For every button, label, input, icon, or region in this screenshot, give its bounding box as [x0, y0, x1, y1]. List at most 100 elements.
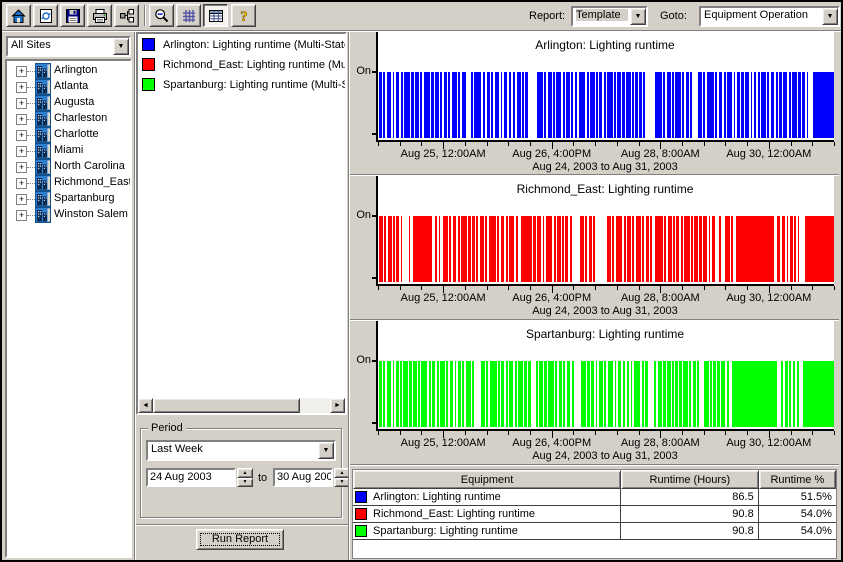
tree-expand-icon[interactable]: +: [16, 130, 27, 141]
tree-expand-icon[interactable]: +: [16, 114, 27, 125]
on-interval-bar: [383, 72, 385, 138]
scroll-right-icon[interactable]: ►: [330, 398, 345, 413]
on-interval-bar: [543, 216, 545, 282]
site-filter-arrow-icon[interactable]: ▼: [113, 38, 129, 55]
help-button[interactable]: ?: [231, 4, 256, 27]
tree-expand-icon[interactable]: +: [16, 162, 27, 173]
on-interval-bar: [579, 72, 586, 138]
on-interval-bar: [596, 361, 598, 427]
legend-item[interactable]: Spartanburg: Lighting runtime (Multi-Sta: [142, 77, 345, 94]
on-interval-bar: [515, 361, 517, 427]
on-interval-bar: [513, 72, 516, 138]
run-report-button[interactable]: Run Report: [196, 529, 284, 550]
scroll-left-icon[interactable]: ◄: [138, 398, 153, 413]
goto-combobox-value: Equipment Operation: [704, 9, 820, 21]
on-interval-bar: [522, 72, 524, 138]
x-tick: [595, 431, 596, 435]
tree-item-charleston[interactable]: +Charleston: [7, 111, 130, 127]
on-interval-bar: [676, 216, 679, 282]
table-row[interactable]: Richmond_East: Lighting runtime90.854.0%: [353, 506, 836, 523]
goto-combobox[interactable]: Equipment Operation ▼: [699, 6, 840, 27]
tree-expand-icon[interactable]: +: [16, 146, 27, 157]
runtime-percent-cell: 54.0%: [759, 506, 836, 522]
tree-item-arlington[interactable]: +Arlington: [7, 63, 130, 79]
period-preset-arrow-icon[interactable]: ▼: [318, 442, 334, 459]
legend-item[interactable]: Arlington: Lighting runtime (Multi-State…: [142, 37, 345, 54]
tree-expand-icon[interactable]: +: [16, 178, 27, 189]
table-row[interactable]: Arlington: Lighting runtime86.551.5%: [353, 489, 836, 506]
tree-item-winston-salem[interactable]: +Winston Salem: [7, 207, 130, 223]
runtime-hours-cell: 86.5: [621, 489, 759, 505]
tree-expand-icon[interactable]: +: [16, 82, 27, 93]
legend-horizontal-scrollbar[interactable]: ◄ ►: [138, 398, 345, 413]
save-icon: [65, 8, 81, 24]
column-header-runtime-hours-[interactable]: Runtime (Hours): [621, 470, 759, 489]
tree-item-north-carolina[interactable]: +North Carolina: [7, 159, 130, 175]
on-interval-bar: [699, 216, 701, 282]
tree-item-charlotte[interactable]: +Charlotte: [7, 127, 130, 143]
tree-connector: [27, 183, 35, 184]
on-interval-bar: [693, 361, 696, 427]
x-tick: [421, 142, 422, 146]
tree-expand-icon[interactable]: +: [16, 210, 27, 221]
zoom-button[interactable]: [149, 4, 174, 27]
tree-item-spartanburg[interactable]: +Spartanburg: [7, 191, 130, 207]
legend-item[interactable]: Richmond_East: Lighting runtime (Multi-: [142, 57, 345, 74]
report-combobox-arrow-icon[interactable]: ▼: [630, 8, 646, 25]
on-interval-bar: [627, 361, 630, 427]
table-row[interactable]: Spartanburg: Lighting runtime90.854.0%: [353, 523, 836, 540]
on-interval-bar: [590, 72, 594, 138]
tree-expand-icon[interactable]: +: [16, 98, 27, 109]
tree-view-button[interactable]: [114, 4, 139, 27]
print-button[interactable]: [87, 4, 112, 27]
scrollbar-thumb[interactable]: [153, 398, 300, 413]
on-interval-bar: [396, 72, 399, 138]
tree-expand-icon[interactable]: +: [16, 66, 27, 77]
x-tick: [508, 431, 509, 435]
on-interval-bar: [727, 361, 729, 427]
tree-item-miami[interactable]: +Miami: [7, 143, 130, 159]
on-interval-bar: [537, 216, 541, 282]
table-button[interactable]: [203, 4, 228, 27]
x-tick-label: Aug 30, 12:00AM: [726, 437, 811, 449]
on-interval-bar: [413, 361, 417, 427]
report-combobox[interactable]: Template ▼: [571, 6, 648, 27]
x-tick: [530, 431, 531, 435]
x-tick: [465, 286, 466, 290]
refresh-button[interactable]: [33, 4, 58, 27]
building-icon: [35, 79, 51, 95]
tree-expand-icon[interactable]: +: [16, 194, 27, 205]
on-interval-bar: [483, 72, 485, 138]
column-header-equipment[interactable]: Equipment: [353, 470, 621, 489]
on-interval-bar: [781, 361, 783, 427]
column-header-runtime-[interactable]: Runtime %: [759, 470, 836, 489]
start-date-up-icon[interactable]: ▲: [237, 468, 253, 478]
save-button[interactable]: [60, 4, 85, 27]
start-date-field[interactable]: 24 Aug 2003: [146, 468, 236, 487]
on-interval-bar: [704, 361, 708, 427]
period-preset-combobox[interactable]: Last Week ▼: [146, 440, 336, 461]
on-interval-bar: [556, 72, 561, 138]
on-interval-bar: [787, 216, 789, 282]
site-filter-combobox[interactable]: All Sites ▼: [6, 36, 131, 57]
start-date-down-icon[interactable]: ▼: [237, 478, 253, 488]
x-tick-label: Aug 28, 8:00AM: [621, 292, 700, 304]
x-tick-label: Aug 26, 4:00PM: [512, 292, 591, 304]
chart-range-label: Aug 24, 2003 to Aug 31, 2003: [376, 450, 834, 462]
home-button[interactable]: [6, 4, 31, 27]
on-interval-bar: [439, 216, 441, 282]
grid-button[interactable]: [176, 4, 201, 27]
x-tick: [834, 286, 835, 290]
start-date-spinner[interactable]: ▲ ▼: [237, 468, 253, 487]
timeline-bars: [378, 216, 834, 282]
goto-combobox-arrow-icon[interactable]: ▼: [822, 8, 838, 25]
on-interval-bar: [636, 216, 641, 282]
tree-item-richmond-east[interactable]: +Richmond_East: [7, 175, 130, 191]
on-interval-bar: [452, 72, 457, 138]
tree-item-atlanta[interactable]: +Atlanta: [7, 79, 130, 95]
on-interval-bar: [782, 216, 786, 282]
tree-item-augusta[interactable]: +Augusta: [7, 95, 130, 111]
end-date-field[interactable]: 30 Aug 2003: [273, 468, 333, 487]
on-interval-bar: [509, 361, 513, 427]
tree-connector: [27, 151, 35, 152]
